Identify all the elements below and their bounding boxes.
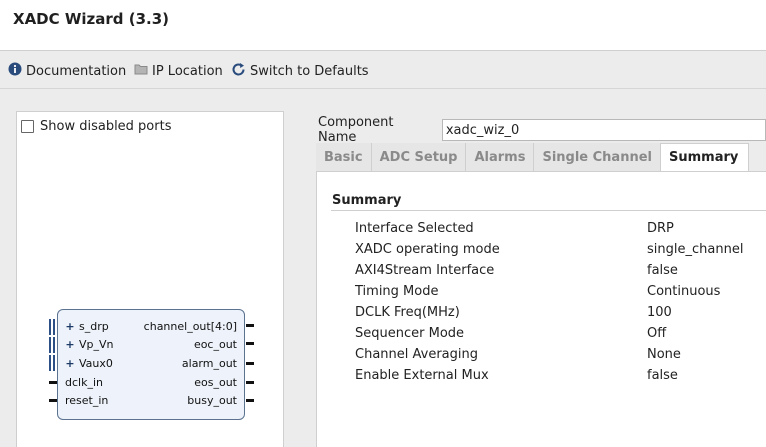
- bus-connector: [49, 337, 55, 353]
- plus-icon[interactable]: +: [65, 357, 75, 371]
- summary-row: Channel Averaging None: [355, 347, 681, 362]
- tab-basic[interactable]: Basic: [316, 143, 372, 171]
- tab-bar: Basic ADC Setup Alarms Single Channel Su…: [316, 143, 749, 171]
- pin-alarm-out: [246, 362, 254, 365]
- switch-to-defaults-label: Switch to Defaults: [250, 63, 369, 79]
- component-name-row: Component Name: [318, 115, 766, 145]
- bus-connector: [49, 355, 55, 371]
- tab-adc-setup[interactable]: ADC Setup: [371, 143, 467, 171]
- plus-icon[interactable]: +: [65, 338, 75, 352]
- pin-eoc-out: [246, 342, 254, 345]
- bus-connector: [49, 319, 55, 335]
- tab-summary[interactable]: Summary: [660, 143, 749, 171]
- switch-to-defaults-button[interactable]: Switch to Defaults: [231, 62, 369, 80]
- title-bar: XADC Wizard (3.3): [0, 0, 766, 51]
- port-reset-in: reset_in: [65, 394, 109, 407]
- ip-location-label: IP Location: [152, 63, 223, 79]
- ip-location-button[interactable]: IP Location: [134, 62, 223, 80]
- summary-row: Enable External Mux false: [355, 368, 678, 383]
- summary-row: XADC operating mode single_channel: [355, 242, 744, 257]
- symbol-panel: Show disabled ports + s_drp + Vp_Vn + Vaux0…: [16, 111, 284, 447]
- port-vaux0: + Vaux0: [65, 357, 113, 371]
- pin-channel-out: [246, 324, 254, 327]
- port-vp-vn: + Vp_Vn: [65, 338, 114, 352]
- folder-icon: [134, 63, 148, 79]
- toolbar: Documentation IP Location Switch to Defa…: [0, 52, 766, 89]
- summary-panel: Summary Interface Selected DRP XADC opera…: [316, 171, 766, 447]
- summary-heading: Summary: [332, 193, 402, 208]
- show-disabled-ports-label: Show disabled ports: [40, 119, 172, 134]
- refresh-icon: [231, 62, 246, 81]
- port-busy-out: busy_out: [187, 394, 237, 407]
- summary-row: Interface Selected DRP: [355, 221, 674, 236]
- component-name-label: Component Name: [318, 115, 394, 145]
- show-disabled-ports-checkbox[interactable]: Show disabled ports: [21, 119, 171, 134]
- port-s-drp: + s_drp: [65, 320, 109, 334]
- documentation-label: Documentation: [26, 63, 127, 79]
- summary-row: Timing Mode Continuous: [355, 284, 721, 299]
- plus-icon[interactable]: +: [65, 320, 75, 334]
- configuration-area: Component Name Basic ADC Setup Alarms Si…: [304, 100, 766, 447]
- info-icon: [8, 62, 22, 80]
- pin-dclk-in: [49, 381, 57, 384]
- summary-row: AXI4Stream Interface false: [355, 263, 678, 278]
- window-title: XADC Wizard (3.3): [13, 10, 170, 28]
- port-eoc-out: eoc_out: [193, 338, 237, 351]
- pin-eos-out: [246, 381, 254, 384]
- checkbox-box[interactable]: [21, 120, 34, 133]
- component-name-input[interactable]: [441, 119, 766, 141]
- documentation-button[interactable]: Documentation: [8, 62, 126, 80]
- divider: [331, 210, 766, 211]
- pin-busy-out: [246, 399, 254, 402]
- port-eos-out: eos_out: [194, 376, 237, 389]
- tab-single-channel[interactable]: Single Channel: [534, 143, 661, 171]
- port-dclk-in: dclk_in: [65, 376, 103, 389]
- xadc-ip-block[interactable]: + s_drp + Vp_Vn + Vaux0 dclk_in reset_in ch…: [57, 309, 245, 420]
- summary-row: Sequencer Mode Off: [355, 326, 667, 341]
- port-channel-out: channel_out[4:0]: [143, 320, 237, 333]
- pin-reset-in: [49, 399, 57, 402]
- tab-alarms[interactable]: Alarms: [466, 143, 535, 171]
- summary-row: DCLK Freq(MHz) 100: [355, 305, 672, 320]
- port-alarm-out: alarm_out: [181, 357, 237, 370]
